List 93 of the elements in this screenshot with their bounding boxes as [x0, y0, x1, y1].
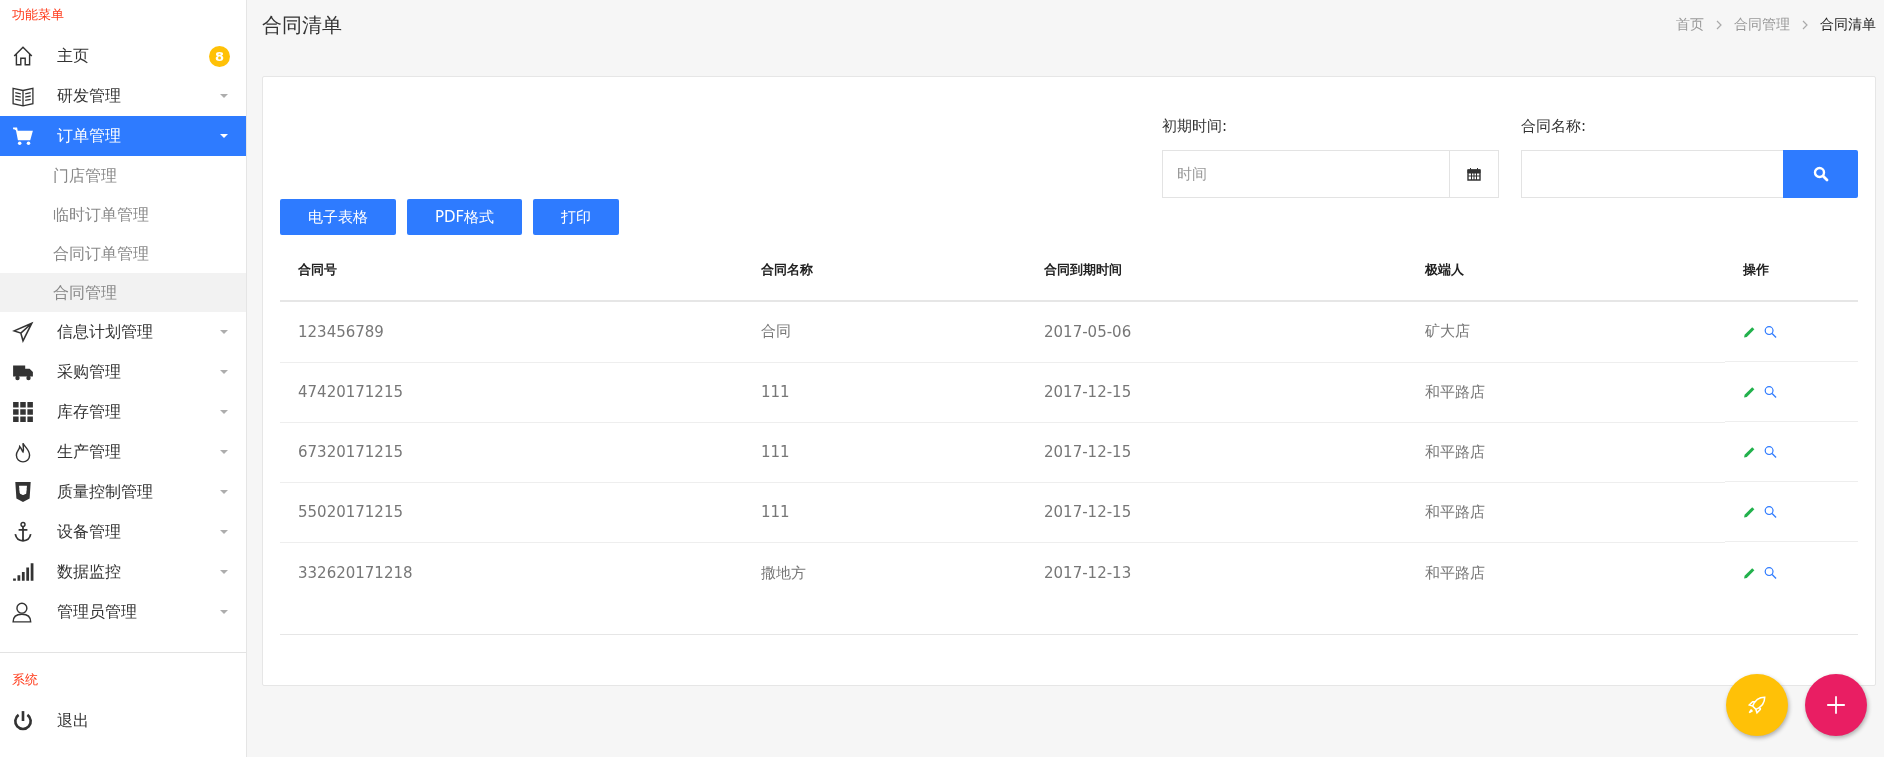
table-cell: 2017-05-06 — [1026, 301, 1407, 362]
search-icon[interactable] — [1764, 384, 1777, 399]
user-icon — [12, 601, 34, 623]
menu-label: 生产管理 — [57, 441, 122, 463]
shield-icon — [12, 481, 34, 503]
table-cell: 47420171215 — [280, 362, 743, 422]
search-button[interactable] — [1783, 150, 1858, 198]
table-cell: 矿大店 — [1407, 301, 1725, 362]
table-cell: 和平路店 — [1407, 482, 1725, 542]
table-cell: 55020171215 — [280, 482, 743, 542]
menu-label: 质量控制管理 — [57, 481, 154, 503]
home-icon — [12, 45, 34, 67]
field-label: 合同名称: — [1521, 117, 1588, 136]
book-icon — [12, 85, 34, 107]
search-icon[interactable] — [1764, 504, 1777, 519]
calendar-icon[interactable] — [1467, 167, 1481, 181]
table-cell: 123456789 — [280, 301, 743, 362]
table-cell: 67320171215 — [280, 422, 743, 482]
power-icon — [12, 710, 34, 732]
sidebar-item[interactable]: 退出 — [0, 701, 246, 741]
section-title: 系统 — [11, 671, 39, 689]
sidebar-item[interactable]: 设备管理 — [0, 512, 246, 552]
menu-label: 管理员管理 — [57, 601, 138, 623]
plus-icon — [1825, 694, 1847, 716]
sidebar-item[interactable]: 采购管理 — [0, 352, 246, 392]
table-cell: 2017-12-13 — [1026, 542, 1407, 604]
chevron-icon — [1716, 20, 1722, 30]
menu-label: 库存管理 — [57, 401, 122, 423]
table-cell: 和平路店 — [1407, 362, 1725, 422]
export-button[interactable]: 电子表格 — [280, 199, 396, 235]
menu-label: 数据监控 — [57, 561, 122, 583]
table-cell: 332620171218 — [280, 542, 743, 604]
menu-label: 研发管理 — [57, 85, 122, 107]
search-icon[interactable] — [1764, 565, 1777, 580]
pencil-icon[interactable] — [1743, 444, 1756, 459]
field-label: 初期时间: — [1162, 117, 1229, 136]
search-icon[interactable] — [1764, 444, 1777, 459]
sidebar-item[interactable]: 质量控制管理 — [0, 472, 246, 512]
sidebar-item[interactable]: 订单管理 — [0, 116, 246, 156]
menu-label: 采购管理 — [57, 361, 122, 383]
sidebar-item[interactable]: 数据监控 — [0, 552, 246, 592]
table-cell: 和平路店 — [1407, 422, 1725, 482]
add-button[interactable] — [1805, 674, 1867, 736]
menu-label: 订单管理 — [57, 125, 122, 147]
menu-label: 信息计划管理 — [57, 321, 154, 343]
signal-icon — [12, 561, 34, 583]
table-cell: 2017-12-15 — [1026, 422, 1407, 482]
rocket-icon — [1746, 694, 1768, 716]
table-cell: 合同 — [743, 301, 1026, 362]
page-title: 合同清单 — [262, 11, 343, 39]
search-icon[interactable] — [1764, 324, 1777, 339]
submenu-item[interactable]: 临时订单管理 — [0, 195, 246, 234]
anchor-icon — [12, 521, 34, 543]
rocket-button[interactable] — [1726, 674, 1788, 736]
breadcrumb-current: 合同清单 — [1820, 16, 1876, 34]
sidebar-item[interactable]: 生产管理 — [0, 432, 246, 472]
table-cell: 111 — [743, 422, 1026, 482]
sidebar-item[interactable]: 信息计划管理 — [0, 312, 246, 352]
sidebar-item[interactable]: 库存管理 — [0, 392, 246, 432]
submenu-item[interactable]: 合同订单管理 — [0, 234, 246, 273]
export-button[interactable]: 打印 — [533, 199, 620, 235]
plane-icon — [12, 321, 34, 343]
column-header: 操作 — [1725, 240, 1858, 301]
pencil-icon[interactable] — [1743, 565, 1756, 580]
search-icon — [1812, 166, 1829, 182]
menu-label: 设备管理 — [57, 521, 122, 543]
menu-label: 退出 — [57, 710, 90, 732]
pencil-icon[interactable] — [1743, 324, 1756, 339]
table-cell: 和平路店 — [1407, 542, 1725, 604]
sidebar-item[interactable]: 管理员管理 — [0, 592, 246, 632]
pencil-icon[interactable] — [1743, 384, 1756, 399]
column-header: 合同名称 — [743, 240, 1026, 301]
column-header: 合同号 — [280, 240, 743, 301]
grid-icon — [12, 401, 34, 423]
menu-label: 主页 — [57, 45, 90, 67]
search-field[interactable] — [1521, 150, 1783, 198]
cart-icon — [12, 125, 34, 147]
table-cell: 111 — [743, 362, 1026, 422]
count-badge: 8 — [209, 45, 230, 67]
table-cell: 撒地方 — [743, 542, 1026, 604]
table-cell: 111 — [743, 482, 1026, 542]
export-button[interactable]: PDF格式 — [407, 199, 523, 235]
column-header: 合同到期时间 — [1026, 240, 1407, 301]
sidebar-item[interactable]: 研发管理 — [0, 76, 246, 116]
chevron-icon — [1802, 20, 1808, 30]
section-title: 功能菜单 — [11, 6, 65, 24]
submenu-item[interactable]: 门店管理 — [0, 156, 246, 195]
table-cell: 2017-12-15 — [1026, 482, 1407, 542]
pencil-icon[interactable] — [1743, 504, 1756, 519]
date-field[interactable]: 时间 — [1162, 150, 1450, 198]
column-header: 极端人 — [1407, 240, 1725, 301]
table-cell: 2017-12-15 — [1026, 362, 1407, 422]
sidebar-item[interactable]: 主页 8 — [0, 36, 246, 76]
